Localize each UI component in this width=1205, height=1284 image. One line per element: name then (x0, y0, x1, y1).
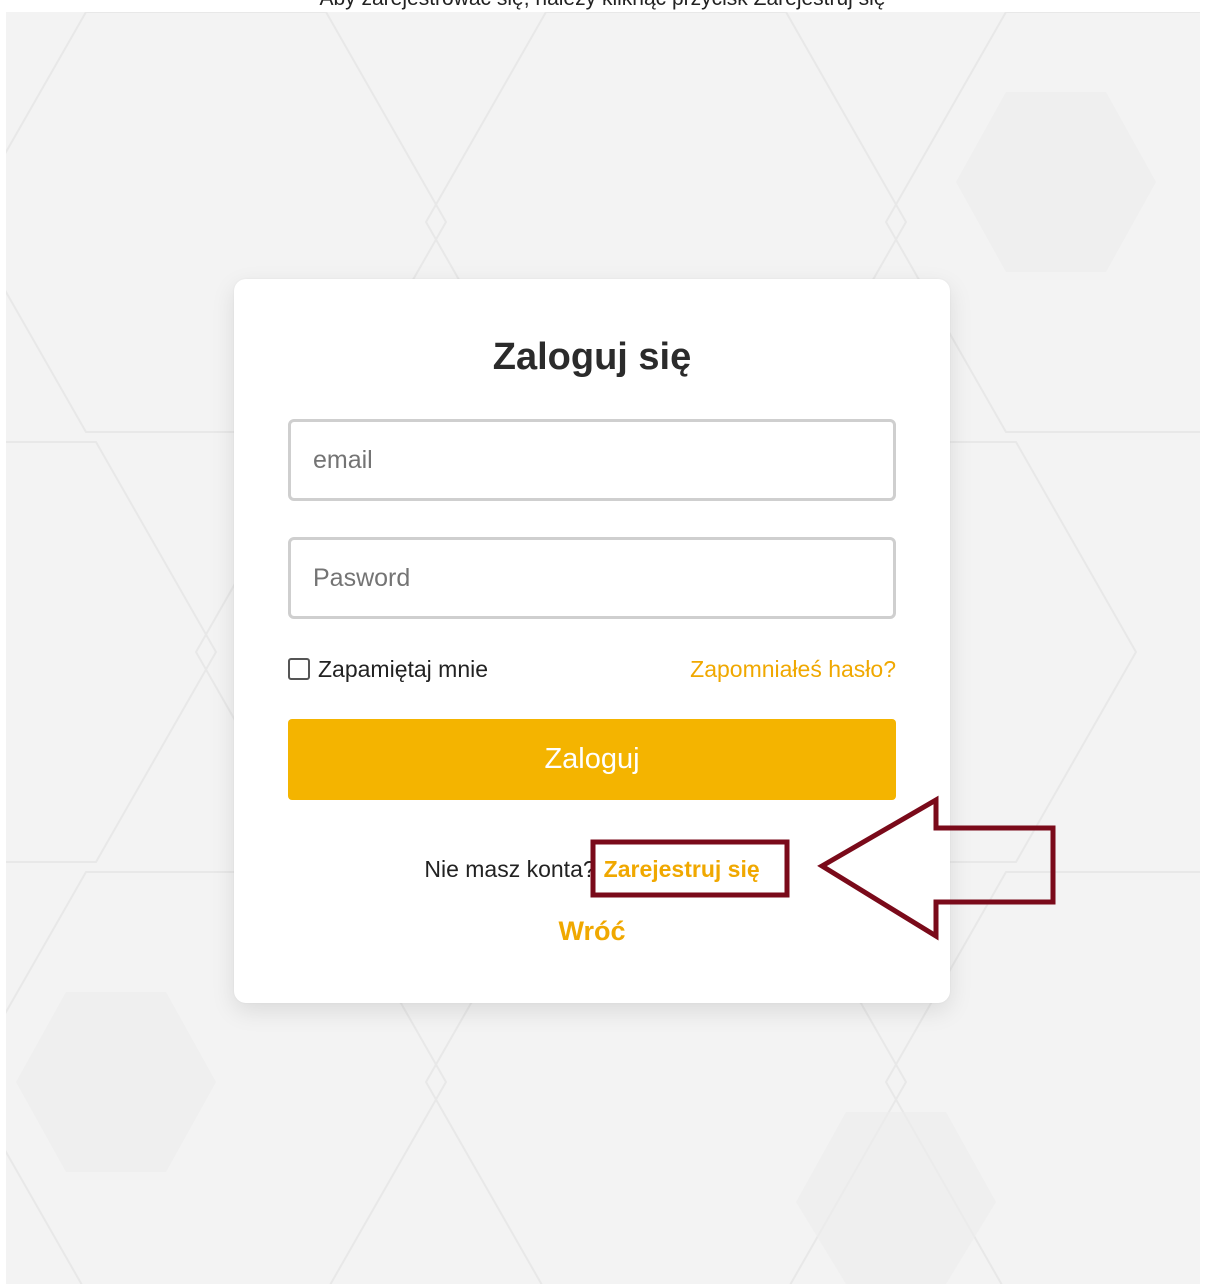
remember-checkbox[interactable] (288, 658, 310, 680)
caption-text: Aby zarejestrować się, należy kliknąć pr… (0, 0, 1205, 11)
no-account-text: Nie masz konta? (424, 856, 596, 882)
login-card: Zaloguj się Zapamiętaj mnie Zapomniałeś … (234, 279, 950, 1003)
email-field[interactable] (288, 419, 896, 501)
remember-me[interactable]: Zapamiętaj mnie (288, 654, 488, 684)
forgot-password-link[interactable]: Zapomniałeś hasło? (690, 654, 896, 684)
login-button[interactable]: Zaloguj (288, 719, 896, 800)
page-title: Zaloguj się (492, 336, 692, 378)
register-link[interactable]: Zarejestruj się (604, 856, 760, 882)
back-link[interactable]: Wróć (234, 916, 950, 947)
signup-row: Nie masz konta? Zarejestruj się (234, 851, 950, 887)
remember-label: Zapamiętaj mnie (318, 655, 489, 682)
instruction-caption: Aby zarejestrować się, należy kliknąć pr… (0, 0, 1205, 12)
password-field[interactable] (288, 537, 896, 619)
